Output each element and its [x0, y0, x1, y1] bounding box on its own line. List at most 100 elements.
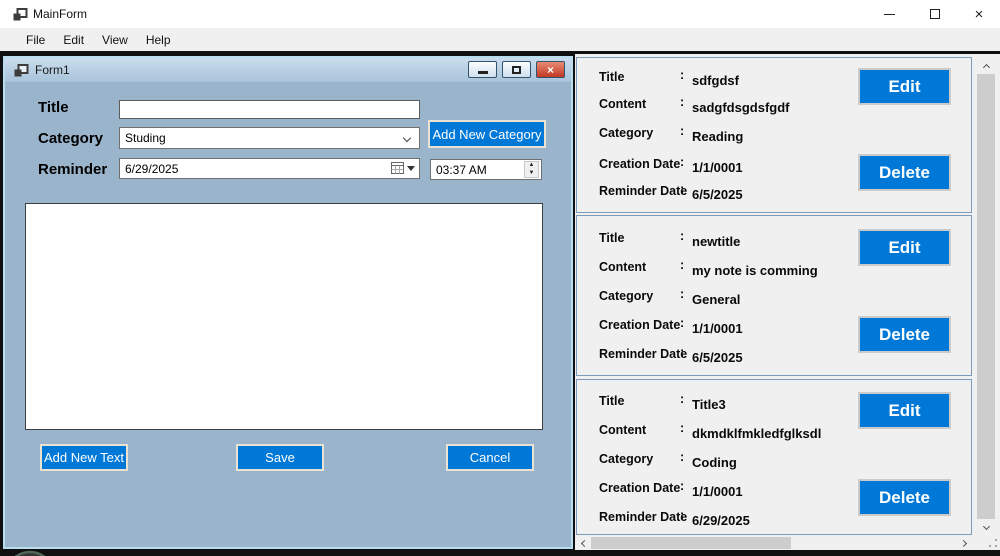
- add-new-text-button[interactable]: Add New Text: [40, 444, 128, 471]
- minimize-icon: [883, 13, 895, 15]
- colon: :: [680, 479, 685, 493]
- menu-bar: File Edit View Help: [0, 28, 1000, 51]
- note-reminder-date-value: 6/5/2025: [692, 350, 743, 365]
- minimize-button[interactable]: [872, 0, 906, 28]
- form1-maximize-button[interactable]: [502, 61, 531, 78]
- form1-minimize-icon: [477, 71, 488, 74]
- save-button[interactable]: Save: [236, 444, 324, 471]
- reminder-label: Reminder: [38, 161, 108, 178]
- note-category-value: Reading: [692, 129, 744, 144]
- menu-help[interactable]: Help: [137, 29, 180, 51]
- note-creation-date-value: 1/1/0001: [692, 160, 743, 175]
- colon: :: [680, 229, 685, 243]
- form1-window: Form1 × Title Category Studing Add New C…: [3, 56, 573, 549]
- note-reminder-date-label: Reminder Date: [599, 184, 688, 198]
- colon: :: [680, 392, 685, 406]
- window-title: MainForm: [33, 7, 88, 21]
- resize-grip[interactable]: [988, 538, 998, 548]
- title-label: Title: [38, 99, 69, 116]
- menu-file[interactable]: File: [17, 29, 54, 51]
- dropdown-arrow-icon: [407, 165, 415, 171]
- form1-body: Title Category Studing Add New Category …: [5, 82, 571, 545]
- note-creation-date-value: 1/1/0001: [692, 321, 743, 336]
- category-dropdown[interactable]: Studing: [119, 127, 420, 149]
- note-category-value: General: [692, 292, 741, 307]
- note-card: Title: newtitle Content: my note is commin…: [576, 215, 972, 376]
- note-category-value: Coding: [692, 455, 737, 470]
- note-category-label: Category: [599, 126, 654, 140]
- note-creation-date-label: Creation Date: [599, 481, 681, 495]
- form1-title: Form1: [35, 63, 70, 77]
- cancel-button[interactable]: Cancel: [446, 444, 534, 471]
- note-card: Title: sdfgdsf Content: sadgfdsgdsfgdf Cat…: [576, 57, 972, 213]
- delete-button[interactable]: Delete: [858, 479, 951, 516]
- colon: :: [680, 345, 685, 359]
- chevron-down-icon: [982, 522, 990, 530]
- colon: :: [680, 68, 685, 82]
- reminder-date-value: 6/29/2025: [125, 161, 179, 176]
- scroll-left-button[interactable]: [575, 536, 591, 550]
- note-text-area[interactable]: [25, 203, 543, 430]
- category-selected-value: Studing: [125, 131, 166, 145]
- title-input[interactable]: [119, 100, 420, 119]
- colon: :: [680, 182, 685, 196]
- vertical-scrollbar[interactable]: [975, 57, 997, 536]
- close-icon: ×: [974, 5, 984, 23]
- reminder-date-picker[interactable]: 6/29/2025: [119, 158, 420, 179]
- scroll-down-button[interactable]: [975, 519, 997, 536]
- spinner-down-icon: ▼: [528, 169, 535, 176]
- colon: :: [680, 95, 685, 109]
- colon: :: [680, 450, 685, 464]
- maximize-button[interactable]: [918, 0, 952, 28]
- delete-button[interactable]: Delete: [858, 316, 951, 353]
- category-label: Category: [38, 130, 104, 147]
- menu-view[interactable]: View: [93, 29, 137, 51]
- edit-button[interactable]: Edit: [858, 68, 951, 105]
- scroll-up-button[interactable]: [975, 57, 997, 74]
- chevron-down-icon: [402, 133, 412, 143]
- note-content-value: my note is comming: [692, 263, 818, 278]
- form1-close-icon: ×: [546, 62, 554, 77]
- chevron-left-icon: [580, 539, 589, 547]
- form1-maximize-icon: [512, 65, 521, 74]
- colon: :: [680, 124, 685, 138]
- scroll-right-button[interactable]: [957, 536, 973, 550]
- menu-edit[interactable]: Edit: [54, 29, 93, 51]
- note-content-label: Content: [599, 423, 647, 437]
- note-creation-date-value: 1/1/0001: [692, 484, 743, 499]
- note-content-label: Content: [599, 260, 647, 274]
- reminder-time-picker[interactable]: 03:37 AM ▲ ▼: [430, 159, 542, 180]
- form1-minimize-button[interactable]: [468, 61, 497, 78]
- app-icon: [13, 8, 28, 21]
- note-content-label: Content: [599, 97, 647, 111]
- chevron-right-icon: [959, 539, 968, 547]
- spinner-up-icon: ▲: [528, 162, 535, 169]
- time-spinner[interactable]: ▲ ▼: [524, 161, 539, 178]
- note-content-value: dkmdklfmkledfglksdl: [692, 426, 822, 441]
- main-window: MainForm × File Edit View Help Form1 × T…: [0, 0, 1000, 556]
- form1-close-button[interactable]: ×: [536, 61, 565, 78]
- note-title-value: Title3: [692, 397, 726, 412]
- vertical-scroll-thumb[interactable]: [977, 74, 995, 519]
- note-title-label: Title: [599, 70, 625, 84]
- horizontal-scroll-thumb[interactable]: [591, 537, 791, 549]
- horizontal-scrollbar[interactable]: [575, 536, 973, 550]
- form1-titlebar[interactable]: Form1 ×: [5, 58, 571, 82]
- note-title-value: sdfgdsf: [692, 73, 739, 88]
- maximize-icon: [930, 9, 940, 19]
- edit-button[interactable]: Edit: [858, 229, 951, 266]
- colon: :: [680, 155, 685, 169]
- note-category-label: Category: [599, 289, 654, 303]
- edit-button[interactable]: Edit: [858, 392, 951, 429]
- note-title-label: Title: [599, 231, 625, 245]
- delete-button[interactable]: Delete: [858, 154, 951, 191]
- note-title-label: Title: [599, 394, 625, 408]
- colon: :: [680, 258, 685, 272]
- close-button[interactable]: ×: [962, 0, 996, 28]
- reminder-time-value: 03:37 AM: [436, 162, 487, 177]
- note-reminder-date-value: 6/29/2025: [692, 513, 750, 528]
- add-new-category-button[interactable]: Add New Category: [428, 120, 546, 148]
- form1-icon: [14, 63, 29, 76]
- note-category-label: Category: [599, 452, 654, 466]
- colon: :: [680, 508, 685, 522]
